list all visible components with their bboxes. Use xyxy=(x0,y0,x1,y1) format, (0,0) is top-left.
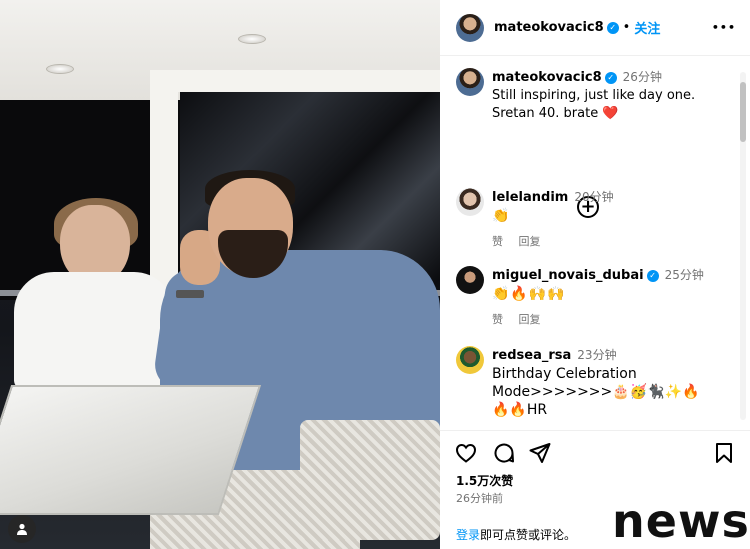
photo-beam xyxy=(150,70,440,92)
comment-actions: 赞 回复 xyxy=(492,311,732,329)
user-tag-icon[interactable] xyxy=(8,515,36,543)
comments-list[interactable]: mateokovacic8 ✓ 26分钟 Still inspiring, just… xyxy=(440,56,740,426)
caption-username[interactable]: mateokovacic8 xyxy=(492,70,602,85)
photo-ceiling-light xyxy=(46,64,74,74)
comment-text: 👏🔥🙌🙌 xyxy=(492,286,566,302)
comment-username[interactable]: miguel_novais_dubai xyxy=(492,268,644,283)
comment-actions: 赞 回复 xyxy=(492,233,732,251)
comment-username[interactable]: lelelandim xyxy=(492,190,568,205)
comments-scrollbar[interactable] xyxy=(738,72,748,420)
photo-ceiling-light xyxy=(238,34,266,44)
post-caption: mateokovacic8 ✓ 26分钟 Still inspiring, just… xyxy=(456,68,732,123)
post-time: 26分钟前 xyxy=(456,492,503,505)
list-item: lelelandim 20分钟 👏 赞 回复 xyxy=(456,188,732,251)
list-item: redsea_rsa 23分钟 Birthday Celebration Mode… xyxy=(456,346,732,419)
avatar[interactable] xyxy=(456,188,484,216)
avatar[interactable] xyxy=(456,346,484,374)
comment-icon[interactable] xyxy=(492,441,516,465)
share-icon[interactable] xyxy=(528,441,552,465)
comment-time: 25分钟 xyxy=(664,268,704,282)
more-icon[interactable]: ••• xyxy=(712,21,736,34)
likes-count[interactable]: 1.5万次赞 xyxy=(456,472,513,489)
avatar[interactable] xyxy=(456,68,484,96)
author-username[interactable]: mateokovacic8 xyxy=(494,20,604,35)
follow-button[interactable]: 关注 xyxy=(634,18,660,37)
caption-line: Still inspiring, just like day one. xyxy=(492,88,696,103)
comment-username[interactable]: redsea_rsa xyxy=(492,348,571,363)
caption-line: Sretan 40. brate ❤️ xyxy=(492,105,732,123)
comment-reply-button[interactable]: 回复 xyxy=(519,235,541,248)
verified-icon: ✓ xyxy=(606,21,619,34)
comment-like-button[interactable]: 赞 xyxy=(492,235,503,248)
photo-person xyxy=(14,272,174,390)
avatar[interactable] xyxy=(456,266,484,294)
comment-time: 20分钟 xyxy=(574,190,614,204)
login-prompt-text: 即可点赞或评论。 xyxy=(480,528,577,542)
photo-watch xyxy=(176,290,204,298)
comment-text: Mode>>>>>>>🎂🥳🐈‍⬛✨🔥 xyxy=(492,384,700,400)
comment-text: 🔥🔥HR xyxy=(492,402,548,418)
comment-text: 👏 xyxy=(492,208,511,224)
photo-chair xyxy=(300,420,440,540)
caption-text: Sretan 40. brate xyxy=(492,106,599,121)
caption-body: mateokovacic8 ✓ 26分钟 Still inspiring, just… xyxy=(492,68,732,123)
scrollbar-thumb[interactable] xyxy=(740,82,746,142)
heart-icon[interactable] xyxy=(454,441,478,465)
post-header: mateokovacic8 ✓ • 关注 ••• xyxy=(440,0,750,56)
photo-beam xyxy=(150,90,178,300)
comment-body: lelelandim 20分钟 👏 赞 回复 xyxy=(492,188,732,251)
verified-icon: ✓ xyxy=(646,269,659,282)
comment-reply-button[interactable]: 回复 xyxy=(519,313,541,326)
avatar[interactable] xyxy=(456,13,484,42)
comment-body: miguel_novais_dubai ✓ 25分钟 👏🔥🙌🙌 赞 回复 xyxy=(492,266,732,329)
post-photo[interactable] xyxy=(0,0,440,549)
bookmark-icon[interactable] xyxy=(712,441,736,465)
comment-body: redsea_rsa 23分钟 Birthday Celebration Mode… xyxy=(492,346,732,419)
caption-time: 26分钟 xyxy=(622,70,662,84)
comment-time: 23分钟 xyxy=(577,348,617,362)
verified-icon: ✓ xyxy=(604,71,617,84)
comment-text: Birthday Celebration xyxy=(492,366,637,382)
login-prompt: 登录即可点赞或评论。 xyxy=(456,526,576,543)
photo-table xyxy=(0,385,262,515)
header-separator: • xyxy=(622,20,631,35)
list-item: miguel_novais_dubai ✓ 25分钟 👏🔥🙌🙌 赞 回复 xyxy=(456,266,732,329)
news-watermark: news xyxy=(612,494,750,548)
heart-emoji: ❤️ xyxy=(602,106,619,121)
post-detail-panel: mateokovacic8 ✓ • 关注 ••• mateokovacic8 ✓ 2… xyxy=(440,0,750,549)
comment-like-button[interactable]: 赞 xyxy=(492,313,503,326)
login-link[interactable]: 登录 xyxy=(456,528,480,542)
